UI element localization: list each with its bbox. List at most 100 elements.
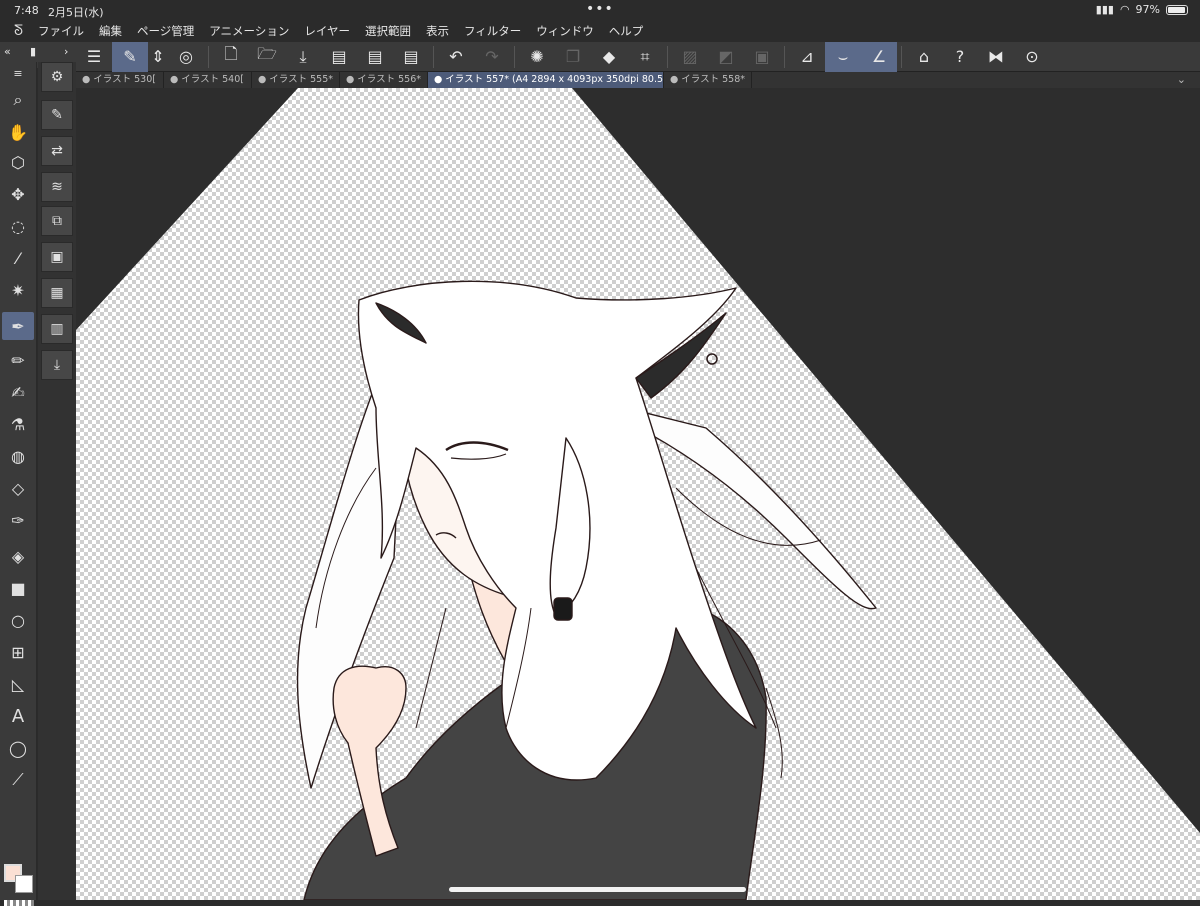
- brush-sub-icon[interactable]: ✎: [41, 100, 73, 130]
- redo-icon[interactable]: ↷: [474, 42, 510, 72]
- layer-property-icon[interactable]: ⧉: [41, 206, 73, 236]
- sliders-icon[interactable]: ⚙: [41, 62, 73, 92]
- menu-file[interactable]: ファイル: [38, 23, 84, 39]
- airbrush-icon[interactable]: ⚗: [2, 410, 34, 438]
- shape-icon[interactable]: ○: [2, 606, 34, 634]
- multitasking-dots-icon[interactable]: •••: [586, 1, 614, 17]
- export-jpg-icon[interactable]: ▤: [321, 42, 357, 72]
- save-icon[interactable]: ⤓: [285, 42, 321, 72]
- object-select-icon[interactable]: ⬡: [2, 148, 34, 176]
- date: 2月5日(水): [48, 6, 104, 19]
- menu-selection[interactable]: 選択範囲: [365, 23, 411, 39]
- divider: [667, 45, 668, 68]
- battery-icon: [1166, 4, 1188, 15]
- divider: [901, 45, 902, 68]
- navigator-icon[interactable]: ⇄: [41, 136, 73, 166]
- help-icon[interactable]: ?: [942, 42, 978, 72]
- new-file-icon[interactable]: 🗋: [213, 42, 249, 72]
- menu-window[interactable]: ウィンドウ: [536, 23, 594, 39]
- pencil-icon[interactable]: ✏: [2, 346, 34, 374]
- tool-palette: ≡ ⌕ ✋ ⬡ ✥ ◌ ⁄ ✷ ✒ ✏ ✍ ⚗ ◍ ◇ ✑ ◈ ■ ○ ⊞ ◺ …: [0, 62, 37, 906]
- tab-document[interactable]: ● イラスト 556*: [340, 72, 428, 88]
- edit-icon[interactable]: ✎: [112, 41, 148, 72]
- menu-help[interactable]: ヘルプ: [609, 23, 644, 39]
- blend-icon[interactable]: ◍: [2, 442, 34, 470]
- learn-icon[interactable]: ⌂: [906, 42, 942, 72]
- zoom-icon[interactable]: ⌕: [2, 86, 34, 114]
- layers-icon[interactable]: ≋: [41, 172, 73, 202]
- crop-icon[interactable]: ▣: [744, 42, 780, 72]
- export-png-icon[interactable]: ▤: [357, 42, 393, 72]
- material-icon[interactable]: ▣: [41, 242, 73, 272]
- timeline-icon[interactable]: ▥: [41, 314, 73, 344]
- home-indicator[interactable]: [449, 887, 746, 892]
- ruler-icon[interactable]: ⊿: [789, 42, 825, 72]
- undo-icon[interactable]: ↶: [438, 42, 474, 72]
- open-folder-icon[interactable]: 🗁: [249, 42, 285, 72]
- divider: [514, 45, 515, 68]
- transform-icon[interactable]: ⌗: [627, 42, 663, 72]
- settings-toggle-icon[interactable]: ⊙: [1014, 42, 1050, 72]
- divider: [784, 45, 785, 68]
- ruler-tool-icon[interactable]: ◺: [2, 670, 34, 698]
- pen-icon[interactable]: ✒: [2, 312, 34, 340]
- transparent-color-swatch[interactable]: [4, 900, 34, 906]
- ios-status-bar: 7:48 2月5日(水) ••• ▮▮▮ ◠ 97%: [0, 0, 1200, 20]
- divider: [208, 45, 209, 68]
- clip-studio-logo-icon[interactable]: ᘕ: [0, 23, 38, 39]
- tab-document[interactable]: ● イラスト 558*: [664, 72, 752, 88]
- frame-icon[interactable]: ⊞: [2, 638, 34, 666]
- spinner-icon[interactable]: ✺: [519, 42, 555, 72]
- brush-stabilizer-icon[interactable]: ⌣: [825, 41, 861, 72]
- lasso-icon[interactable]: ◌: [2, 212, 34, 240]
- tab-document-active[interactable]: ● イラスト 557* (A4 2894 x 4093px 350dpi 80.…: [428, 72, 664, 88]
- tab-document[interactable]: ● イラスト 540[: [164, 72, 252, 88]
- gradient-icon[interactable]: ■: [2, 574, 34, 602]
- divider: [433, 45, 434, 68]
- signal-icon: ▮▮▮: [1095, 3, 1114, 16]
- export-psd-icon[interactable]: ▤: [393, 42, 429, 72]
- panel-divider-icon: ▮: [30, 45, 37, 58]
- decoration-icon[interactable]: ✑: [2, 506, 34, 534]
- menu-filter[interactable]: フィルター: [464, 23, 521, 39]
- import-icon[interactable]: ⤓: [41, 350, 73, 380]
- wifi-icon: ◠: [1119, 3, 1130, 16]
- correction-icon[interactable]: ⟋: [2, 766, 34, 794]
- text-icon[interactable]: A: [2, 702, 34, 730]
- tool-menu-icon[interactable]: ≡: [2, 66, 34, 80]
- expand-right-icon[interactable]: ›: [64, 45, 68, 58]
- lasso-save-icon[interactable]: ◎: [168, 42, 204, 72]
- eyedropper-icon[interactable]: ⁄: [2, 244, 34, 272]
- tab-document[interactable]: ● イラスト 530[: [76, 72, 164, 88]
- hand-icon[interactable]: ✋: [2, 118, 34, 146]
- clock: 7:48: [14, 4, 39, 17]
- canvas-artwork[interactable]: [76, 88, 1200, 900]
- canvas-viewport[interactable]: [76, 88, 1200, 900]
- brush-icon[interactable]: ✍: [2, 378, 34, 406]
- deselect-icon[interactable]: ▨: [672, 42, 708, 72]
- move-icon[interactable]: ✥: [2, 180, 34, 208]
- menu-layer[interactable]: レイヤー: [304, 23, 350, 39]
- menu-view[interactable]: 表示: [426, 23, 449, 39]
- menu-animation[interactable]: アニメーション: [209, 23, 289, 39]
- balloon-icon[interactable]: ◯: [2, 734, 34, 762]
- menu-page[interactable]: ページ管理: [137, 23, 194, 39]
- chevron-down-icon[interactable]: ⌄: [1177, 73, 1186, 86]
- tab-document[interactable]: ● イラスト 555*: [252, 72, 340, 88]
- magic-wand-icon[interactable]: ✷: [2, 276, 34, 304]
- menu-edit[interactable]: 編集: [99, 23, 122, 39]
- background-color-swatch[interactable]: [15, 875, 33, 893]
- menu-bar: ᘕ ファイル 編集 ページ管理 アニメーション レイヤー 選択範囲 表示 フィル…: [0, 20, 1200, 42]
- collapse-left-icon[interactable]: «: [4, 45, 11, 58]
- invert-icon[interactable]: ◩: [708, 42, 744, 72]
- vector-icon[interactable]: ∠: [861, 41, 897, 72]
- grid-icon[interactable]: ▦: [41, 278, 73, 308]
- updown-icon[interactable]: ⇕: [148, 42, 168, 72]
- flip-icon[interactable]: ⧓: [978, 42, 1014, 72]
- layer-copy-icon[interactable]: ❐: [555, 42, 591, 72]
- menu-icon[interactable]: ☰: [76, 42, 112, 72]
- panel-icon-strip: ⚙ ✎ ⇄ ≋ ⧉ ▣ ▦ ▥ ⤓: [38, 62, 76, 900]
- eraser-icon[interactable]: ◇: [2, 474, 34, 502]
- fill-icon[interactable]: ◈: [2, 542, 34, 570]
- fill-icon[interactable]: ◆: [591, 42, 627, 72]
